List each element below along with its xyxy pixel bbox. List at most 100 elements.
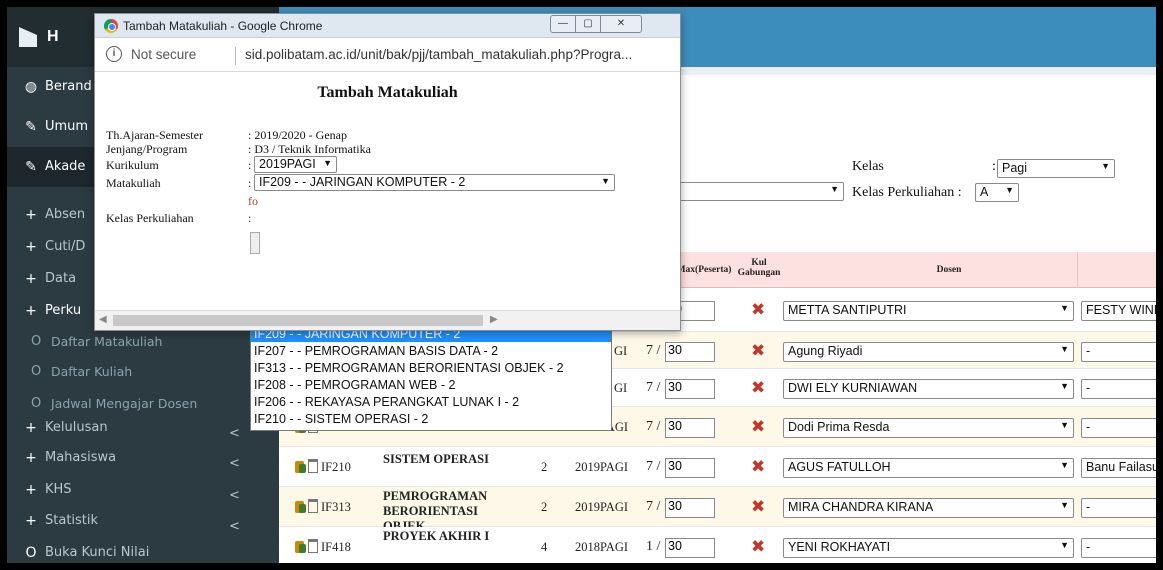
- scroll-right-icon[interactable]: ▶: [490, 314, 498, 325]
- dosen2-value: Banu Failasu: [1086, 460, 1156, 474]
- course-kurikulum: GI: [614, 381, 628, 395]
- course-code: IF313: [321, 500, 351, 514]
- popup-window: Tambah Matakuliah - Google Chrome — ▢ ✕ …: [94, 13, 681, 331]
- dropdown-option[interactable]: IF210 - - SISTEM OPERASI - 2: [251, 412, 611, 427]
- sidebar-subitem-label: Daftar Matakuliah: [51, 334, 163, 349]
- delete-icon[interactable]: ✖: [751, 497, 765, 517]
- chevron-down-icon: ▼: [323, 158, 332, 168]
- dosen2-select[interactable]: -: [1081, 379, 1156, 399]
- sidebar-item-label: Mahasiswa: [45, 450, 117, 465]
- dosen-select[interactable]: YENI ROKHAYATI ▼: [783, 538, 1074, 558]
- horizontal-scrollbar[interactable]: ◀ ▶: [95, 310, 680, 330]
- dosen-select[interactable]: DWI ELY KURNIAWAN ▼: [783, 379, 1074, 399]
- not-secure-label: Not secure: [131, 47, 197, 62]
- dosen-value: METTA SANTIPUTRI: [788, 303, 907, 317]
- circle-icon: O: [25, 545, 37, 561]
- matakuliah-colon: :: [248, 176, 252, 190]
- max-peserta-value: 30: [668, 459, 682, 473]
- screenshot-frame: H ◍ Berand ✎ Umum ✎ Akade + Absen + Cuti…: [0, 0, 1163, 570]
- edit-icon[interactable]: [295, 539, 321, 555]
- max-peserta-input[interactable]: 30: [665, 379, 715, 399]
- sidebar-item[interactable]: + Mahasiswa <: [7, 444, 279, 474]
- dosen-select[interactable]: METTA SANTIPUTRI ▼: [783, 301, 1074, 321]
- dosen-select[interactable]: Agung Riyadi ▼: [783, 342, 1074, 362]
- plus-icon: +: [25, 239, 37, 255]
- chevron-left-icon: <: [229, 519, 240, 534]
- plus-icon: +: [25, 303, 37, 319]
- sidebar-item[interactable]: O Buka Kunci Nilai: [7, 539, 279, 563]
- url-text[interactable]: sid.polibatam.ac.id/unit/bak/pjj/tambah_…: [245, 47, 632, 62]
- dosen2-select[interactable]: FESTY WIND: [1081, 301, 1156, 321]
- sidebar-item-label: Berand: [45, 79, 92, 94]
- edit-icon[interactable]: [295, 499, 321, 515]
- dosen-value: Agung Riyadi: [788, 344, 863, 358]
- kurikulum-select[interactable]: 2019PAGI ▼: [254, 156, 337, 173]
- delete-icon[interactable]: ✖: [751, 378, 765, 398]
- chevron-down-icon: ▼: [1060, 540, 1069, 550]
- max-peserta-input[interactable]: 30: [665, 538, 715, 558]
- dosen2-value: -: [1086, 500, 1091, 514]
- dropdown-option[interactable]: IF206 - - REKAYASA PERANGKAT LUNAK I - 2: [251, 395, 611, 410]
- course-kurikulum: GI: [614, 344, 628, 358]
- max-peserta-value: 30: [668, 380, 682, 394]
- trash-icon: [308, 459, 318, 473]
- max-peserta-input[interactable]: 30: [665, 418, 715, 438]
- delete-icon[interactable]: ✖: [751, 300, 765, 320]
- window-titlebar[interactable]: Tambah Matakuliah - Google Chrome — ▢ ✕: [95, 14, 680, 38]
- max-peserta-input[interactable]: 30: [665, 498, 715, 518]
- popup-button[interactable]: [250, 232, 260, 254]
- peserta-count: 7 /: [646, 380, 661, 395]
- course-sks: 2: [541, 460, 548, 474]
- sidebar-item-label: Akade: [45, 159, 86, 174]
- delete-icon[interactable]: ✖: [751, 341, 765, 361]
- info-icon[interactable]: i: [106, 46, 122, 62]
- delete-icon[interactable]: ✖: [751, 537, 765, 557]
- sidebar-item[interactable]: + Statistik <: [7, 507, 279, 537]
- sidebar-item[interactable]: + KHS <: [7, 476, 279, 506]
- circle-icon: O: [31, 364, 42, 379]
- dosen2-value: FESTY WIND: [1086, 303, 1156, 317]
- window-title: Tambah Matakuliah - Google Chrome: [123, 19, 323, 33]
- delete-icon[interactable]: ✖: [751, 417, 765, 437]
- dosen-select[interactable]: AGUS FATULLOH ▼: [783, 458, 1074, 478]
- dosen2-select[interactable]: -: [1081, 418, 1156, 438]
- sidebar-item-label: Cuti/D: [45, 239, 86, 254]
- delete-icon[interactable]: ✖: [751, 457, 765, 477]
- peserta-count: 7 /: [646, 343, 661, 358]
- max-peserta-input[interactable]: 30: [665, 342, 715, 362]
- dosen2-select[interactable]: -: [1081, 342, 1156, 362]
- course-sks: 4: [541, 540, 548, 554]
- sidebar-subitem[interactable]: O Daftar Matakuliah: [7, 328, 279, 356]
- sidebar-item-label: Data: [45, 271, 77, 286]
- dosen2-value: -: [1086, 540, 1091, 554]
- edit-icon[interactable]: [295, 459, 321, 475]
- minimize-button[interactable]: —: [550, 15, 576, 33]
- sidebar-item-label: Statistik: [45, 513, 99, 528]
- dropdown-option[interactable]: IF313 - - PEMROGRAMAN BERORIENTASI OBJEK…: [251, 361, 611, 376]
- scroll-left-icon[interactable]: ◀: [99, 314, 107, 325]
- dropdown-option[interactable]: IF208 - - PEMROGRAMAN WEB - 2: [251, 378, 611, 393]
- course-code: IF418: [321, 540, 351, 554]
- sidebar-item-label: Kelulusan: [45, 420, 108, 435]
- maximize-button[interactable]: ▢: [575, 15, 601, 33]
- logo-icon: [19, 27, 37, 47]
- dosen2-select[interactable]: -: [1081, 538, 1156, 558]
- address-bar[interactable]: i Not secure sid.polibatam.ac.id/unit/ba…: [95, 38, 680, 72]
- scroll-thumb[interactable]: [113, 315, 483, 326]
- table-row: IF313 PEMROGRAMAN BERORIENTASI OBJEK 2 2019…: [279, 487, 1156, 533]
- kelas-select[interactable]: Pagi ▼: [997, 159, 1115, 178]
- sidebar-subitem[interactable]: O Daftar Kuliah: [7, 358, 279, 386]
- peserta-count: 1 /: [646, 539, 661, 554]
- dosen2-select[interactable]: -: [1081, 498, 1156, 518]
- plus-icon: +: [25, 207, 37, 223]
- kelas-perkuliahan-select[interactable]: A ▼: [975, 183, 1019, 202]
- sidebar-item-label: KHS: [45, 482, 72, 497]
- matakuliah-select[interactable]: IF209 - - JARINGAN KOMPUTER - 2 ▼: [254, 174, 615, 191]
- dosen-select[interactable]: MIRA CHANDRA KIRANA ▼: [783, 498, 1074, 518]
- max-peserta-input[interactable]: 30: [665, 458, 715, 478]
- sidebar-item[interactable]: + Kelulusan <: [7, 414, 279, 444]
- dosen-select[interactable]: Dodi Prima Resda ▼: [783, 418, 1074, 438]
- dropdown-option[interactable]: IF207 - - PEMROGRAMAN BASIS DATA - 2: [251, 344, 611, 359]
- dosen2-select[interactable]: Banu Failasu: [1081, 458, 1156, 478]
- close-button[interactable]: ✕: [600, 15, 642, 33]
